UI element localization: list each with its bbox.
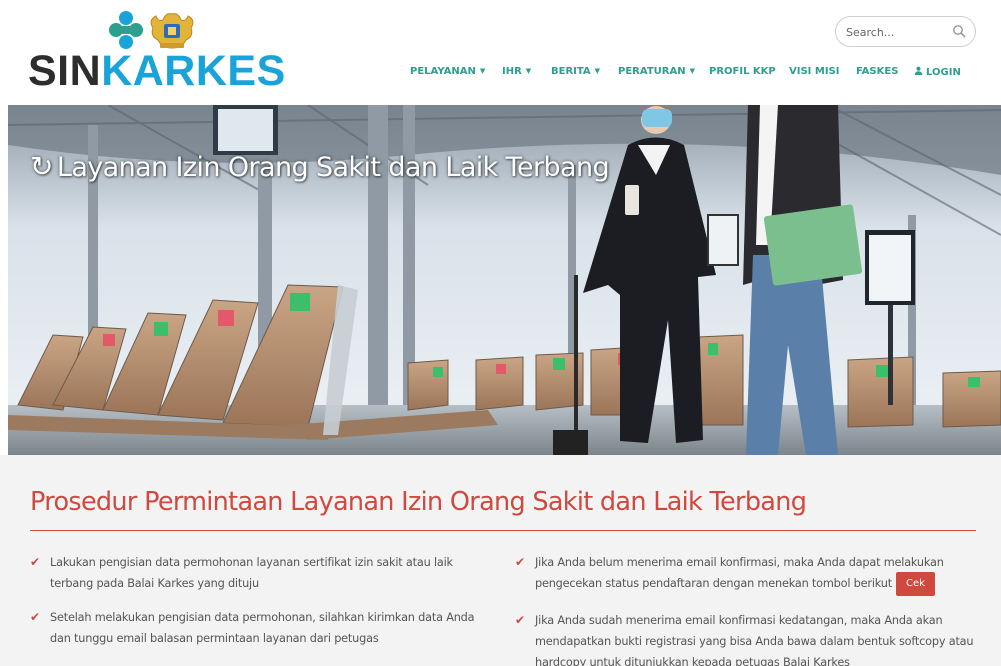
nav-faskes[interactable]: FASKES [856,66,898,77]
nav-faskes-label: FASKES [856,66,899,77]
site-logo[interactable]: SINKARKES [28,10,285,95]
caret-down-icon: ▼ [689,67,695,75]
nav-berita[interactable]: BERITA ▼ [551,66,600,77]
hero-title: ↻ Layanan Izin Orang Sakit dan Laik Terba… [30,150,610,183]
main-nav: PELAYANAN ▼ IHR ▼ BERITA ▼ PERATURAN ▼ PROFI… [0,66,1001,82]
list-item-text: Jika Anda belum menerima email konfirmas… [535,556,944,590]
nav-pelayanan[interactable]: PELAYANAN ▼ [410,66,485,77]
hero-banner: ↻ Layanan Izin Orang Sakit dan Laik Terba… [8,105,1001,455]
list-item-text: Jika Anda sudah menerima email konfirmas… [535,614,974,666]
search-icon[interactable] [952,24,966,38]
nav-login-label: LOGIN [926,67,961,78]
caret-down-icon: ▼ [479,67,486,75]
user-icon [914,66,923,75]
list-item: ✔ Jika Anda sudah menerima email konfirma… [515,610,975,666]
check-icon: ✔ [30,610,40,624]
prosedur-title: Prosedur Permintaan Layanan Izin Orang S… [30,487,807,517]
hero-title-text: Layanan Izin Orang Sakit dan Laik Terban… [56,152,610,183]
nav-profil-kkp-label: PROFIL KKP [709,66,776,77]
list-item-text: Setelah melakukan pengisian data permoho… [50,611,475,645]
nav-profil-kkp[interactable]: PROFIL KKP [709,66,776,77]
cek-button[interactable]: Cek [895,572,935,596]
search-box [835,16,976,47]
prosedur-list-left: ✔ Lakukan pengisian data permohonan layan… [30,552,480,649]
site-header: SINKARKES PELAYANAN▼ IHR▼ BERITA▼ PERATU… [0,0,1001,105]
nav-berita-label: BERITA [551,66,591,77]
nav-ihr-label: IHR [502,66,522,77]
list-item-text: Lakukan pengisian data permohonan layana… [50,556,453,590]
nav-peraturan[interactable]: PERATURAN ▼ [618,66,695,77]
list-item: ✔ Jika Anda belum menerima email konfirma… [515,552,975,597]
check-icon: ✔ [515,613,525,627]
prosedur-section: Prosedur Permintaan Layanan Izin Orang S… [0,455,1001,666]
nav-visi-misi-label: VISI MISI [789,66,840,77]
nav-visi-misi[interactable]: VISI MISI [789,66,839,77]
search-input[interactable] [846,23,946,41]
caret-down-icon: ▼ [594,67,601,75]
nav-peraturan-label: PERATURAN [618,66,686,77]
section-divider [30,530,976,531]
nav-login[interactable]: LOGIN [914,66,961,78]
caret-down-icon: ▼ [525,67,532,75]
refresh-icon: ↻ [30,150,53,183]
nav-ihr[interactable]: IHR ▼ [502,66,531,77]
list-item: ✔ Setelah melakukan pengisian data permoh… [30,607,480,649]
nav-pelayanan-label: PELAYANAN [410,66,476,77]
check-icon: ✔ [515,555,525,569]
check-icon: ✔ [30,555,40,569]
list-item: ✔ Lakukan pengisian data permohonan layan… [30,552,480,594]
prosedur-list-right: ✔ Jika Anda belum menerima email konfirma… [515,552,975,666]
